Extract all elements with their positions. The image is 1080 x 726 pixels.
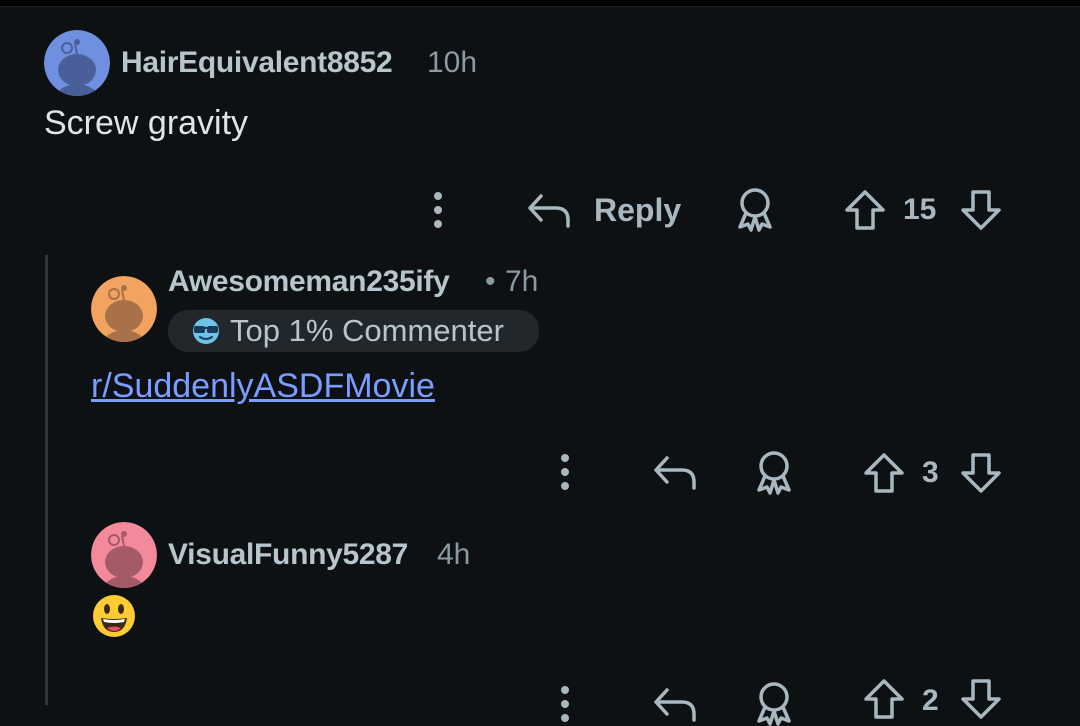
award-icon[interactable] [752,449,796,495]
avatar[interactable] [91,276,157,342]
award-icon[interactable] [752,680,796,726]
subreddit-link[interactable]: r/SuddenlyASDFMovie [91,367,435,406]
reply-icon[interactable] [652,452,698,492]
award-icon[interactable] [733,186,777,232]
avatar[interactable] [91,522,157,588]
upvote-icon[interactable] [862,678,906,720]
more-options-icon[interactable] [424,190,452,230]
timestamp: 4h [437,538,471,571]
sunglasses-icon [190,317,222,345]
badge-label: Top 1% Commenter [230,313,504,348]
separator-dot: • [485,265,496,298]
reply-button[interactable] [526,190,572,230]
timestamp: 7h [505,265,539,298]
top-divider [0,0,1080,7]
comment-body: Screw gravity [44,104,249,142]
downvote-icon[interactable] [959,452,1003,494]
more-options-icon[interactable] [551,684,579,724]
reply-label[interactable]: Reply [594,192,681,229]
username[interactable]: Awesomeman235ify [168,265,450,299]
thread-line[interactable] [45,255,48,705]
username[interactable]: VisualFunny5287 [168,538,408,572]
reply-icon [526,190,572,230]
timestamp: 10h [427,46,478,79]
more-options-icon[interactable] [551,452,579,492]
vote-score: 3 [922,456,939,489]
top-commenter-badge[interactable]: Top 1% Commenter [168,310,539,352]
username[interactable]: HairEquivalent8852 [121,46,393,80]
avatar[interactable] [44,30,110,96]
upvote-icon[interactable] [862,452,906,494]
downvote-icon[interactable] [959,189,1003,231]
downvote-icon[interactable] [959,678,1003,720]
grinning-face-emoji [92,594,136,643]
reply-icon[interactable] [652,684,698,724]
upvote-icon[interactable] [843,189,887,231]
vote-score: 15 [903,193,937,226]
vote-score: 2 [922,684,939,717]
